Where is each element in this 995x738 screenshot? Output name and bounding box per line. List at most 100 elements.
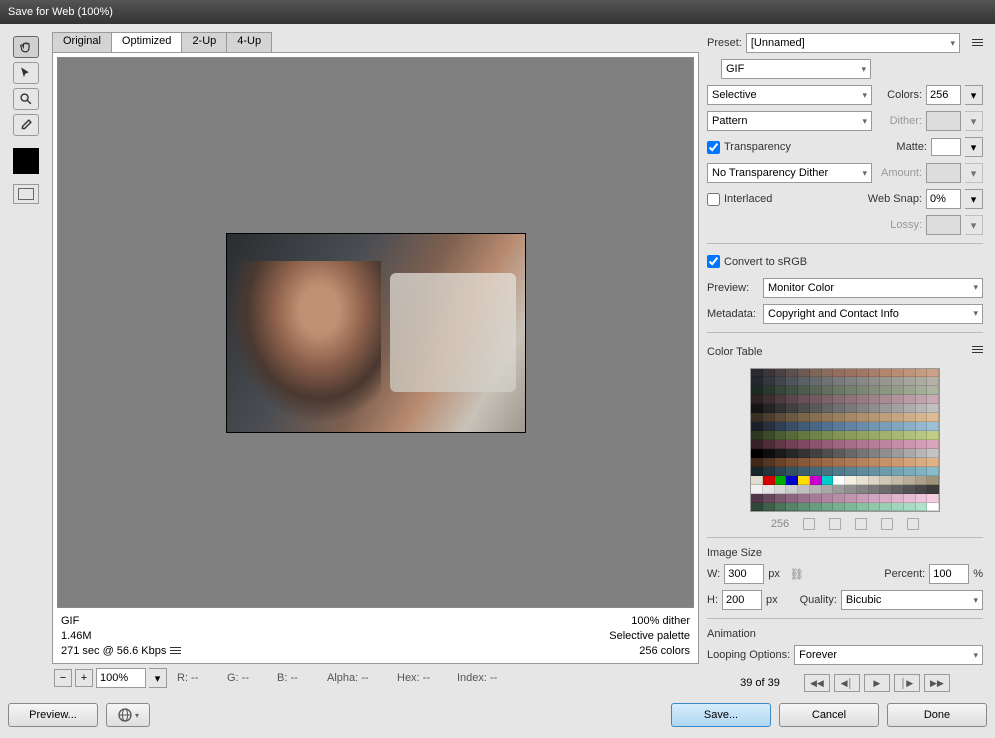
tab-original[interactable]: Original [52,32,112,52]
color-swatch[interactable] [880,440,892,449]
color-swatch[interactable] [763,431,775,440]
color-swatch[interactable] [904,476,916,485]
color-swatch[interactable] [845,377,857,386]
first-frame-button[interactable]: ◀◀ [804,674,830,692]
color-swatch[interactable] [822,369,834,378]
color-swatch[interactable] [786,476,798,485]
color-swatch[interactable] [810,503,822,512]
slice-visibility-toggle[interactable] [13,184,39,204]
color-swatch[interactable] [892,449,904,458]
dither-method-select[interactable]: Pattern [707,111,872,131]
color-swatch[interactable] [904,458,916,467]
color-swatch[interactable] [904,386,916,395]
color-swatch[interactable] [845,485,857,494]
color-swatch[interactable] [751,458,763,467]
color-swatch[interactable] [869,449,881,458]
zoom-input[interactable] [96,668,146,688]
ct-lock-icon[interactable] [855,518,867,530]
link-icon[interactable]: ⛓ [790,568,804,581]
color-swatch[interactable] [880,485,892,494]
color-swatch[interactable] [927,413,939,422]
color-swatch[interactable] [880,458,892,467]
color-swatch[interactable] [927,377,939,386]
color-swatch[interactable] [857,404,869,413]
color-swatch[interactable] [845,369,857,378]
color-swatch[interactable] [798,422,810,431]
color-swatch[interactable] [798,485,810,494]
color-swatch[interactable] [798,476,810,485]
color-swatch[interactable] [845,467,857,476]
color-swatch[interactable] [927,467,939,476]
zoom-tool[interactable] [13,88,39,110]
color-swatch[interactable] [751,377,763,386]
color-swatch[interactable] [904,485,916,494]
color-swatch[interactable] [810,467,822,476]
color-swatch[interactable] [857,458,869,467]
percent-input[interactable] [929,564,969,584]
color-swatch[interactable] [751,467,763,476]
color-swatch[interactable] [857,386,869,395]
color-swatch[interactable] [916,431,928,440]
color-swatch[interactable] [810,449,822,458]
color-swatch[interactable] [845,404,857,413]
color-swatch[interactable] [751,422,763,431]
cancel-button[interactable]: Cancel [779,703,879,727]
color-swatch[interactable] [822,458,834,467]
color-swatch[interactable] [775,386,787,395]
color-swatch[interactable] [880,476,892,485]
color-swatch[interactable] [857,431,869,440]
color-swatch[interactable] [857,440,869,449]
color-swatch[interactable] [857,395,869,404]
color-swatch[interactable] [775,395,787,404]
ct-new-icon[interactable] [881,518,893,530]
color-swatch[interactable] [786,440,798,449]
color-swatch[interactable] [775,467,787,476]
color-swatch[interactable] [927,449,939,458]
color-swatch[interactable] [810,404,822,413]
color-swatch[interactable] [845,386,857,395]
color-swatch[interactable] [916,404,928,413]
color-swatch[interactable] [857,503,869,512]
color-swatch[interactable] [869,476,881,485]
color-swatch[interactable] [904,422,916,431]
next-frame-button[interactable]: │▶ [894,674,920,692]
hand-tool[interactable] [13,36,39,58]
color-swatch[interactable] [786,386,798,395]
color-swatch[interactable] [927,458,939,467]
color-swatch[interactable] [916,413,928,422]
color-swatch[interactable] [845,413,857,422]
color-swatch[interactable] [751,413,763,422]
color-swatch[interactable] [845,422,857,431]
color-swatch[interactable] [857,377,869,386]
color-swatch[interactable] [798,377,810,386]
color-swatch[interactable] [869,467,881,476]
color-swatch[interactable] [857,422,869,431]
color-swatch[interactable] [763,369,775,378]
color-swatch[interactable] [822,494,834,503]
color-swatch[interactable] [869,440,881,449]
color-swatch[interactable] [763,476,775,485]
color-swatch[interactable] [798,404,810,413]
color-swatch[interactable] [892,369,904,378]
color-swatch[interactable] [927,422,939,431]
color-swatch[interactable] [845,458,857,467]
save-button[interactable]: Save... [671,703,771,727]
color-swatch[interactable] [904,503,916,512]
color-swatch[interactable] [880,449,892,458]
color-swatch[interactable] [880,377,892,386]
color-swatch[interactable] [810,440,822,449]
color-swatch[interactable] [775,369,787,378]
color-swatch[interactable] [798,440,810,449]
color-swatch[interactable] [763,404,775,413]
color-swatch[interactable] [798,503,810,512]
color-table[interactable] [750,368,940,513]
color-swatch[interactable] [833,422,845,431]
color-swatch[interactable] [775,440,787,449]
color-swatch[interactable] [857,413,869,422]
color-swatch[interactable] [833,386,845,395]
color-swatch[interactable] [763,458,775,467]
color-swatch[interactable] [833,440,845,449]
color-swatch[interactable] [927,369,939,378]
color-swatch[interactable] [845,431,857,440]
preview-canvas[interactable] [57,57,694,608]
